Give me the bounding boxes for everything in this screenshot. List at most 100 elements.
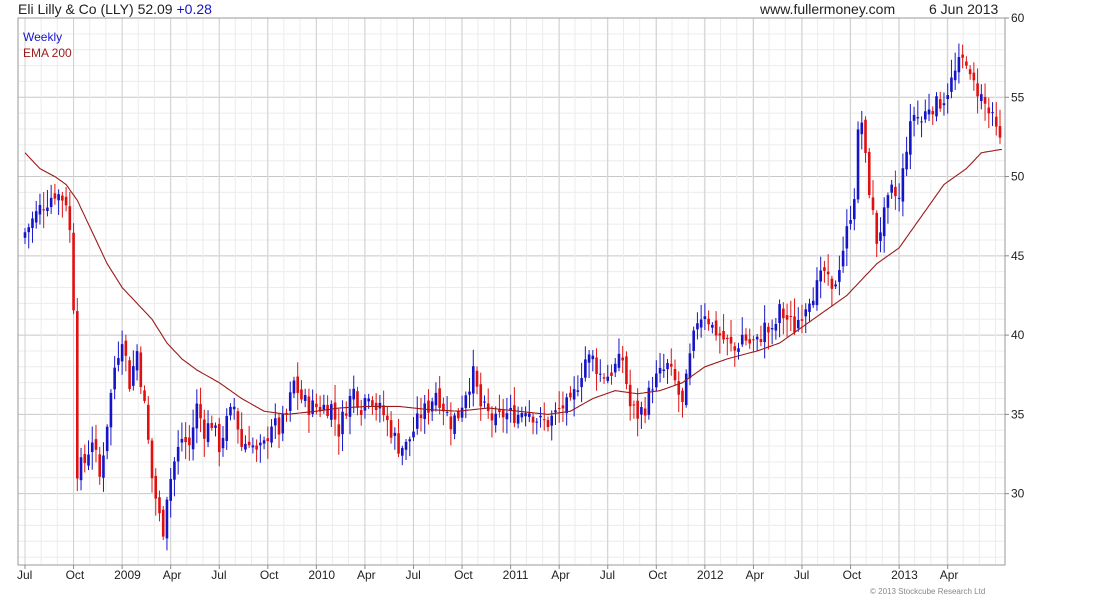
x-tick-label: Jul (406, 568, 421, 582)
candle-body (214, 425, 217, 428)
candle-body (255, 445, 258, 450)
x-tick-label: Oct (260, 568, 279, 582)
candle-body (901, 168, 905, 202)
candle-body (666, 362, 669, 370)
candle-body (423, 403, 427, 419)
candle-body (662, 369, 666, 371)
candle-body (154, 475, 158, 499)
last-price: 52.09 (137, 1, 173, 17)
candle-body (460, 407, 464, 418)
x-tick-label: Jul (600, 568, 615, 582)
candle-body (475, 370, 479, 387)
candle-body (636, 400, 639, 419)
candle-body (188, 437, 191, 446)
candle-body (150, 440, 154, 479)
candle-body (94, 439, 98, 450)
candle-body (34, 211, 38, 223)
x-tick-label: Jul (794, 568, 809, 582)
candle-body (916, 117, 920, 119)
candle (625, 351, 628, 390)
candle-body (610, 372, 613, 376)
candle-body (386, 415, 389, 421)
candle-body (378, 402, 382, 409)
candle-body (598, 373, 602, 375)
x-tick-label: Apr (745, 568, 764, 582)
candle-body (389, 420, 393, 438)
candle-body (935, 96, 938, 117)
y-tick-label: 45 (1011, 249, 1025, 263)
candle-body (800, 319, 804, 321)
candle-body (494, 413, 497, 426)
candle-body (184, 437, 187, 443)
candle-body (838, 270, 841, 282)
candle-body (808, 303, 811, 312)
candle (75, 297, 79, 492)
candle-body (752, 339, 755, 341)
candle (867, 147, 871, 199)
candle-body (871, 197, 875, 211)
candle-body (528, 413, 531, 417)
candle-body (102, 455, 105, 478)
x-tick-label: Jul (17, 568, 32, 582)
candle-body (584, 359, 587, 378)
candle-body (830, 278, 834, 289)
y-tick-label: 50 (1011, 170, 1025, 184)
candle-body (296, 376, 300, 393)
candle-body (931, 111, 935, 115)
x-tick-label: Apr (940, 568, 959, 582)
candle-body (120, 344, 124, 362)
x-tick-label: 2013 (891, 568, 918, 582)
candle-body (457, 410, 460, 419)
candle-body (972, 72, 976, 81)
y-tick-label: 55 (1011, 90, 1025, 104)
candle-body (292, 380, 296, 394)
candle-body (655, 373, 658, 388)
candle-body (445, 411, 449, 413)
candle-body (165, 499, 169, 539)
candle-body (983, 97, 987, 104)
candle-body (561, 405, 565, 409)
candle-body (617, 353, 621, 368)
candle-body (673, 368, 677, 381)
candle-body (733, 346, 737, 351)
y-tick-label: 35 (1011, 407, 1025, 421)
candle-body (565, 397, 568, 414)
chart-title: Eli Lilly & Co (LLY) 52.09 +0.28 (18, 1, 212, 17)
candle-body (991, 112, 994, 114)
candle-body (542, 419, 546, 421)
candle-body (576, 390, 580, 392)
candle-body (161, 509, 165, 537)
candle-body (905, 151, 908, 170)
candle-body (483, 401, 486, 403)
candle-body (778, 304, 781, 323)
candle-body (490, 413, 494, 421)
candle-body (72, 232, 75, 311)
candle-body (875, 212, 879, 244)
x-tick-label: 2011 (503, 568, 529, 582)
candle-body (341, 411, 344, 435)
candle-body (909, 121, 912, 155)
candle-body (61, 195, 64, 201)
candle-body (782, 308, 785, 319)
candle-body (938, 99, 942, 109)
candle-body (867, 152, 871, 195)
candle-body (587, 354, 591, 363)
candle-body (259, 442, 262, 446)
candle-body (707, 318, 710, 325)
website-link[interactable]: www.fullermoney.com (760, 1, 895, 17)
candle-body (987, 107, 991, 114)
x-tick-label: 2012 (697, 568, 724, 582)
candle-body (711, 324, 714, 328)
candle-body (965, 61, 968, 66)
candle-body (998, 126, 1002, 138)
y-tick-label: 30 (1011, 487, 1025, 501)
weekly-candlestick-chart: 30 35 40 45 50 55 60 Jul Oct 2009 Apr Jul Oct 2010 Apr… (17, 11, 1025, 582)
candle-body (595, 357, 598, 375)
candle-body (524, 413, 527, 417)
candle-body (923, 111, 927, 120)
candle-body (176, 446, 180, 462)
candle-body (501, 410, 505, 418)
candle-body (658, 367, 662, 374)
candle-body (640, 407, 643, 415)
candle-body (90, 442, 94, 453)
